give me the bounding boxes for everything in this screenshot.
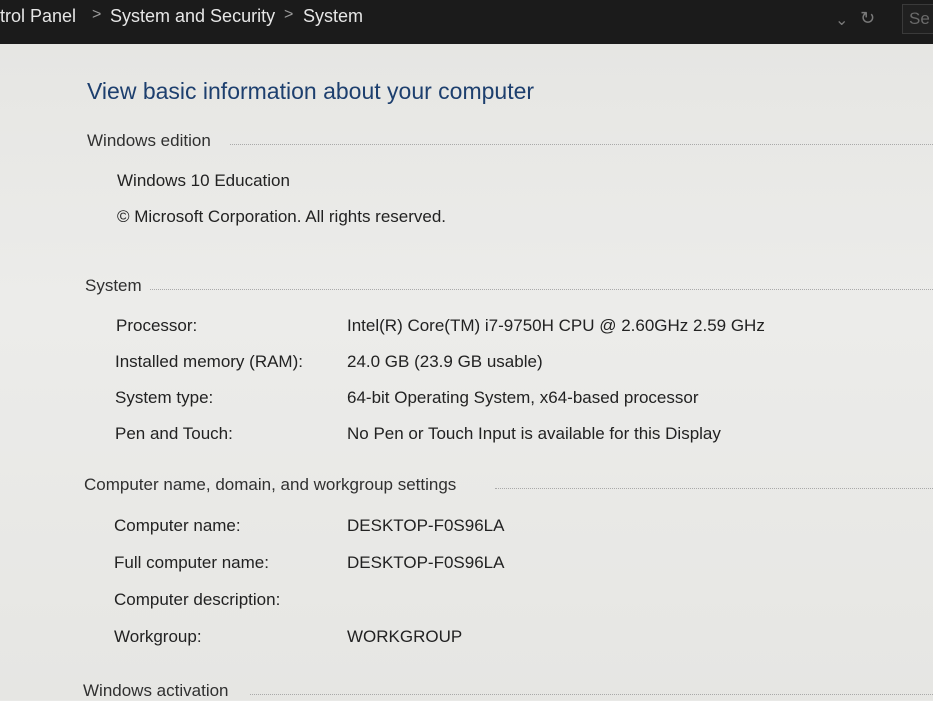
edition-value: Windows 10 Education — [117, 171, 290, 190]
memory-label: Installed memory (RAM): — [115, 352, 303, 371]
section-divider — [230, 144, 933, 145]
section-divider — [250, 694, 933, 695]
system-heading: System — [85, 276, 142, 295]
full-computer-name-value: DESKTOP-F0S96LA — [347, 553, 505, 572]
section-divider — [150, 289, 933, 290]
refresh-icon[interactable]: ↻ — [860, 8, 875, 29]
windows-activation-heading: Windows activation — [83, 681, 229, 700]
windows-edition-heading: Windows edition — [87, 131, 211, 150]
pen-touch-value: No Pen or Touch Input is available for t… — [347, 424, 721, 443]
page-title: View basic information about your comput… — [87, 78, 535, 104]
breadcrumb-control-panel[interactable]: trol Panel — [0, 6, 76, 27]
chevron-down-icon[interactable]: ⌄ — [835, 10, 848, 30]
breadcrumb-system[interactable]: System — [303, 6, 363, 27]
breadcrumb-separator-icon: > — [92, 6, 102, 23]
search-input[interactable]: Se — [902, 4, 933, 34]
system-type-label: System type: — [115, 388, 214, 407]
computer-name-heading: Computer name, domain, and workgroup set… — [84, 475, 457, 494]
processor-label: Processor: — [116, 316, 198, 335]
pen-touch-label: Pen and Touch: — [115, 424, 233, 443]
breadcrumb-system-and-security[interactable]: System and Security — [110, 6, 275, 27]
workgroup-label: Workgroup: — [114, 627, 202, 646]
computer-name-label: Computer name: — [114, 516, 241, 535]
breadcrumb-separator-icon: > — [284, 6, 294, 23]
system-info-panel: View basic information about your comput… — [0, 44, 933, 700]
address-bar: trol Panel > System and Security > Syste… — [0, 0, 933, 44]
system-type-value: 64-bit Operating System, x64-based proce… — [347, 388, 699, 407]
section-divider — [495, 488, 933, 489]
processor-value: Intel(R) Core(TM) i7-9750H CPU @ 2.60GHz… — [347, 316, 765, 335]
memory-value: 24.0 GB (23.9 GB usable) — [347, 352, 543, 371]
workgroup-value: WORKGROUP — [347, 627, 463, 646]
full-computer-name-label: Full computer name: — [114, 553, 269, 572]
computer-description-label: Computer description: — [114, 590, 281, 609]
computer-name-value: DESKTOP-F0S96LA — [347, 516, 505, 535]
copyright-text: © Microsoft Corporation. All rights rese… — [117, 207, 447, 226]
